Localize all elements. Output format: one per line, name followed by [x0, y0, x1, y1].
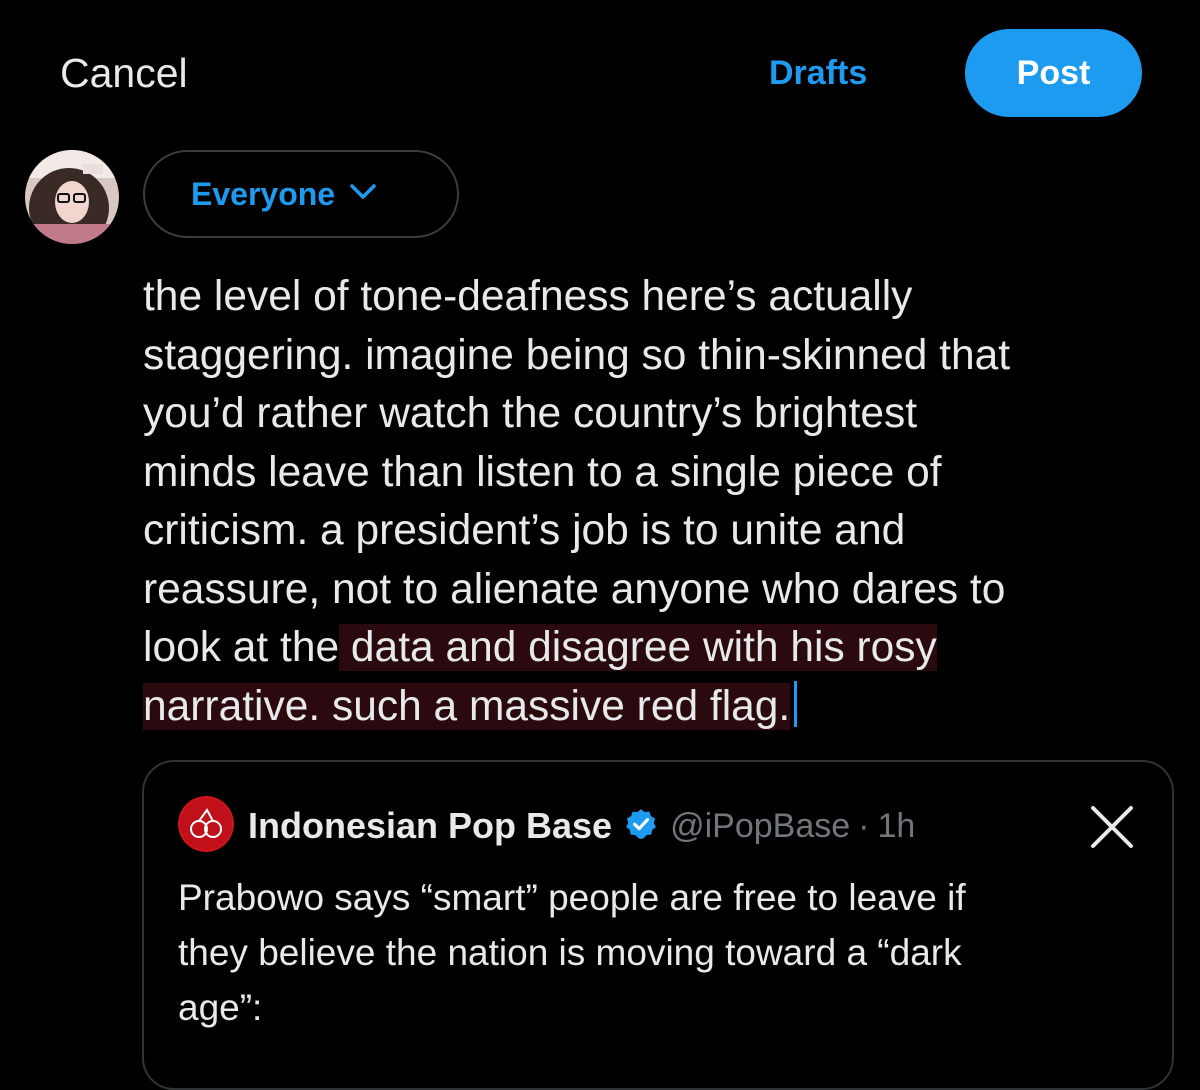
x-close-icon[interactable] — [1087, 802, 1137, 857]
text-cursor — [794, 680, 798, 727]
audience-selector[interactable]: Everyone — [143, 150, 459, 238]
verified-badge-icon — [624, 807, 658, 846]
over-limit-highlight: narrative. such a massive red flag. — [143, 682, 791, 730]
compose-header: Cancel Drafts Post — [0, 0, 1200, 150]
post-text-input[interactable]: the level of tone-deafness here’s actual… — [143, 268, 1183, 736]
compose-line: look at the data and disagree with his r… — [143, 624, 937, 671]
compose-line: minds leave than listen to a single piec… — [143, 448, 942, 496]
quoted-post-header: Indonesian Pop Base @iPopBase · 1h — [178, 795, 916, 852]
chevron-down-icon — [349, 182, 377, 207]
audience-label: Everyone — [191, 175, 336, 212]
quoted-account-handle: @iPopBase — [670, 806, 851, 845]
quoted-post-timestamp: 1h — [877, 806, 916, 845]
over-limit-highlight: data and disagree with his rosy — [339, 624, 937, 671]
quoted-text-line: Prabowo says “smart” people are free to … — [178, 877, 966, 918]
compose-line: criticism. a president’s job is to unite… — [143, 507, 906, 554]
user-avatar[interactable] — [25, 150, 119, 244]
post-button[interactable]: Post — [965, 29, 1142, 117]
quoted-text-line: age”: — [178, 987, 263, 1028]
quoted-post-card[interactable]: Indonesian Pop Base @iPopBase · 1h Prabo… — [142, 760, 1174, 1090]
compose-line: the level of tone-deafness here’s actual… — [143, 273, 913, 320]
compose-line: staggering. imagine being so thin-skinne… — [143, 331, 1011, 379]
quoted-account-avatar — [178, 795, 248, 857]
quoted-text-line: they believe the nation is moving toward… — [178, 932, 962, 973]
quoted-account-name: Indonesian Pop Base — [248, 805, 613, 846]
quoted-post-text: Prabowo says “smart” people are free to … — [178, 870, 1138, 1035]
separator-dot: · — [858, 806, 870, 845]
compose-line: reassure, not to alienate anyone who dar… — [143, 565, 1006, 613]
drafts-button[interactable]: Drafts — [769, 54, 867, 93]
cancel-button[interactable]: Cancel — [60, 50, 188, 97]
compose-line: narrative. such a massive red flag. — [143, 678, 1183, 737]
compose-line: you’d rather watch the country’s brighte… — [143, 390, 918, 437]
